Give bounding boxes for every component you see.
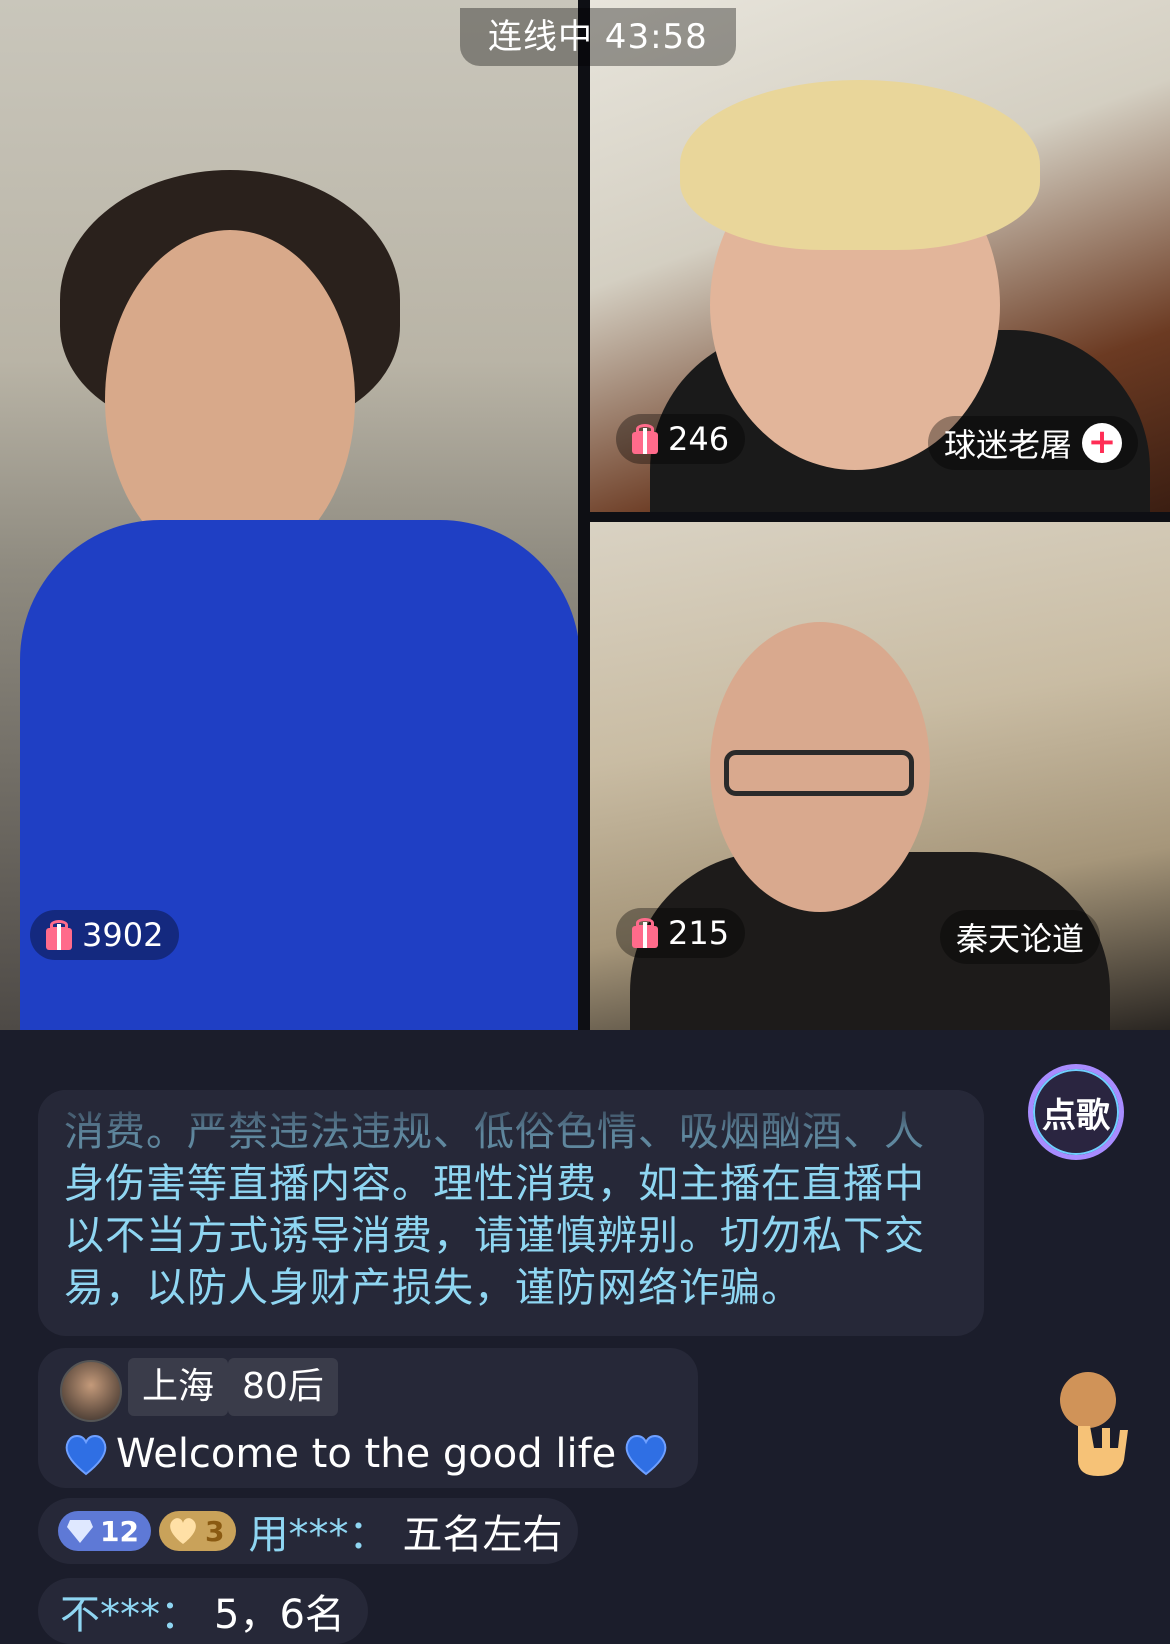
chat-message[interactable]: 12 3 用***： 五名左右	[38, 1498, 578, 1564]
diamond-icon	[67, 1520, 93, 1543]
notice-text: 消费。严禁违法违规、低俗色情、吸烟酗酒、人 身伤害等直播内容。理性消费，如主播在…	[64, 1106, 964, 1314]
blue-heart-icon	[62, 1432, 110, 1476]
gift-icon	[630, 918, 660, 948]
guest-video-tile-2[interactable]: 215 秦天论道	[590, 522, 1170, 1030]
guest1-name-pill[interactable]: 球迷老屠 +	[928, 416, 1139, 470]
connection-timer: 连线中 43:58	[460, 8, 736, 66]
chat-username[interactable]: 不***：	[60, 1582, 200, 1640]
host-video-tile[interactable]: 3902	[0, 0, 578, 1030]
rock-hand-gesture-icon[interactable]	[1058, 1370, 1138, 1478]
heart-badge-icon	[170, 1518, 196, 1544]
chat-message[interactable]: 不***： 5，6名	[38, 1578, 368, 1644]
user-level-badge: 12	[58, 1511, 151, 1551]
blue-heart-icon	[622, 1432, 670, 1476]
avatar[interactable]	[60, 1360, 122, 1422]
fan-club-badge: 3	[158, 1511, 237, 1551]
welcome-text: Welcome to the good life	[116, 1431, 617, 1477]
video-grid: 3902 246 球迷老屠 + 215 秦天论道 连线中 43:58	[0, 0, 1170, 1030]
age-tag: 80后	[228, 1358, 338, 1416]
host-gift-counter[interactable]: 3902	[30, 910, 180, 960]
guest2-gift-counter[interactable]: 215	[616, 908, 746, 958]
guest1-gift-counter[interactable]: 246	[616, 414, 746, 464]
follow-plus-icon[interactable]: +	[1082, 423, 1123, 463]
guest-video-tile-1[interactable]: 246 球迷老屠 +	[590, 0, 1170, 512]
chat-text: 5，6名	[214, 1592, 345, 1638]
host-face	[105, 230, 355, 570]
chat-username[interactable]: 用***：	[248, 1502, 388, 1560]
system-notice: 消费。严禁违法违规、低俗色情、吸烟酗酒、人 身伤害等直播内容。理性消费，如主播在…	[38, 1090, 984, 1336]
location-tag: 上海	[128, 1358, 229, 1416]
glasses	[724, 750, 914, 796]
guest1-name: 球迷老屠	[944, 426, 1073, 464]
gift-count: 215	[668, 914, 730, 952]
chat-text: 五名左右	[402, 1512, 563, 1558]
gift-count: 3902	[82, 916, 164, 954]
notice-body: 身伤害等直播内容。理性消费，如主播在直播中以不当方式诱导消费，请谨慎辨别。切勿私…	[64, 1161, 925, 1311]
song-request-button[interactable]: 点歌	[1028, 1064, 1124, 1160]
guest2-name-pill[interactable]: 秦天论道	[940, 910, 1101, 964]
guest2-name: 秦天论道	[956, 920, 1085, 958]
gift-count: 246	[668, 420, 730, 458]
gift-icon	[630, 424, 660, 454]
guest1-hair	[680, 80, 1040, 250]
gift-icon	[44, 920, 74, 950]
welcome-message[interactable]: 上海 80后 Welcome to the good life	[38, 1348, 698, 1488]
